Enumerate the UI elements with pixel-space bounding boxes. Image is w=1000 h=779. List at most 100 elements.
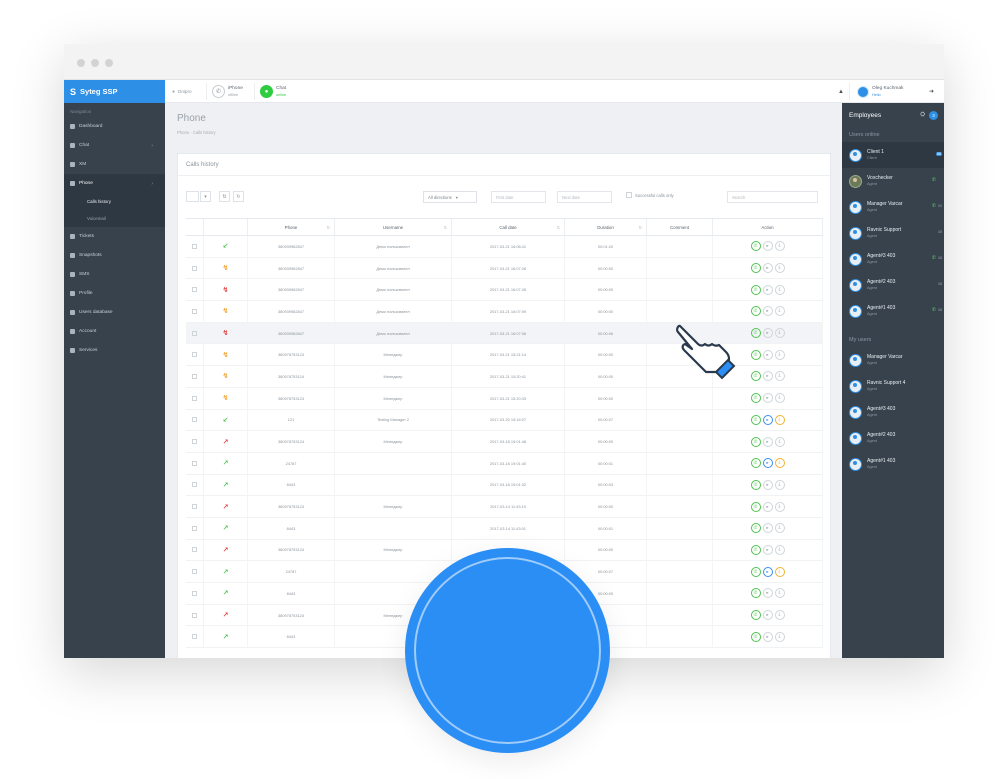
call-back-icon[interactable]: ✆ xyxy=(750,436,761,447)
call-back-icon[interactable]: ✆ xyxy=(750,241,761,252)
column-header[interactable]: Duration ⇅ xyxy=(565,219,647,235)
play-recording-icon[interactable]: ▸ xyxy=(762,284,773,295)
chat-status[interactable]: ● Chat online xyxy=(260,80,286,103)
play-recording-icon[interactable]: ▸ xyxy=(762,544,773,555)
download-icon[interactable]: ⇩ xyxy=(774,479,785,490)
employee-item[interactable]: Agent#2 403 Agent 38 xyxy=(842,272,944,298)
select-all-checkbox[interactable] xyxy=(186,191,199,202)
download-icon[interactable]: ⇩ xyxy=(774,349,785,360)
column-header[interactable]: Call date ⇅ xyxy=(452,219,565,235)
breadcrumb[interactable]: Phone · Calls history xyxy=(177,130,216,135)
sidebar-item[interactable]: Profile xyxy=(64,284,165,303)
row-checkbox[interactable] xyxy=(192,460,197,466)
table-row[interactable]: ↙ 380939982847 Демо пользовател 2017-03-21 … xyxy=(186,236,823,258)
window-dot-close[interactable] xyxy=(77,59,85,67)
call-back-icon[interactable]: ✆ xyxy=(750,566,761,577)
row-checkbox[interactable] xyxy=(192,525,197,531)
table-row[interactable]: ↙ 121 Testing Manager 2 2017-03-20 15:16:07… xyxy=(186,409,823,432)
table-row[interactable]: ↯ 380939982847 Демо пользовател 2017-03-21 … xyxy=(186,301,823,323)
sidebar-item[interactable]: Phone › xyxy=(64,174,165,193)
call-back-icon[interactable]: ✆ xyxy=(750,349,761,360)
window-dot-minimize[interactable] xyxy=(91,59,99,67)
play-recording-icon[interactable]: ▸ xyxy=(762,306,773,317)
download-icon[interactable]: ⇩ xyxy=(774,328,785,339)
call-back-icon[interactable]: ✆ xyxy=(750,371,761,382)
bulk-dropdown-button[interactable]: ▾ xyxy=(200,191,211,202)
row-checkbox[interactable] xyxy=(192,482,197,488)
employee-item[interactable]: Ravnic Support 4 Agent xyxy=(842,373,944,399)
sidebar-item[interactable]: Chat › xyxy=(64,136,165,155)
brand[interactable]: S Syteg SSP xyxy=(64,80,165,103)
sort-button[interactable]: ⇅ xyxy=(219,191,230,202)
sidebar-item[interactable]: SMS xyxy=(64,265,165,284)
employee-item[interactable]: Client 1 Client 88 xyxy=(842,142,944,168)
call-back-icon[interactable]: ✆ xyxy=(750,523,761,534)
play-recording-icon[interactable]: ▸ xyxy=(762,610,773,621)
download-icon[interactable]: ⇩ xyxy=(774,588,785,599)
sidebar-item[interactable]: Snapshots xyxy=(64,246,165,265)
employee-item[interactable]: Ravnic Support Agent 38 xyxy=(842,220,944,246)
download-icon[interactable]: ⇩ xyxy=(774,371,785,382)
call-employee-icon[interactable]: ✆ xyxy=(932,203,936,209)
download-icon[interactable]: ⇩ xyxy=(774,393,785,404)
window-dot-maximize[interactable] xyxy=(105,59,113,67)
row-checkbox[interactable] xyxy=(192,330,197,336)
column-header[interactable]: Phone ⇅ xyxy=(248,219,335,235)
download-icon[interactable]: ⇩ xyxy=(774,263,785,274)
record-call-button[interactable] xyxy=(405,548,610,753)
download-icon[interactable]: ⇩ xyxy=(774,544,785,555)
call-back-icon[interactable]: ✆ xyxy=(750,393,761,404)
table-row[interactable]: ↯ 380978753124 Менеджер 2017-03-21 15:20:33… xyxy=(186,387,823,410)
play-recording-icon[interactable]: ▸ xyxy=(762,436,773,447)
play-recording-icon[interactable]: ▸ xyxy=(762,371,773,382)
play-recording-icon[interactable]: ▸ xyxy=(762,414,773,425)
row-checkbox[interactable] xyxy=(192,504,197,510)
sidebar-subitem[interactable]: Calls history xyxy=(64,193,165,210)
employee-item[interactable]: Agent#1 403 Agent ✆ 38 xyxy=(842,298,944,324)
employee-item[interactable]: Agent#2 403 Agent xyxy=(842,425,944,451)
download-icon[interactable]: ⇩ xyxy=(774,566,785,577)
row-checkbox[interactable] xyxy=(192,373,197,379)
download-icon[interactable]: ⇩ xyxy=(774,284,785,295)
download-icon[interactable]: ⇩ xyxy=(774,501,785,512)
play-recording-icon[interactable]: ▸ xyxy=(762,523,773,534)
row-checkbox[interactable] xyxy=(192,352,197,358)
call-back-icon[interactable]: ✆ xyxy=(750,479,761,490)
sidebar-item[interactable]: Services xyxy=(64,341,165,360)
sidebar-item[interactable]: XM xyxy=(64,155,165,174)
row-checkbox[interactable] xyxy=(192,417,197,423)
play-recording-icon[interactable]: ▸ xyxy=(762,349,773,360)
table-row[interactable]: ↗ 24787 2017-03-18 19:01:40 00:00:01 ✆ ▸ ⇩ xyxy=(186,452,823,475)
download-icon[interactable]: ⇩ xyxy=(774,414,785,425)
logout-button[interactable]: ➜ xyxy=(929,80,934,103)
employee-item[interactable]: Agent#3 403 Agent ✆ 38 xyxy=(842,246,944,272)
call-back-icon[interactable]: ✆ xyxy=(750,588,761,599)
call-back-icon[interactable]: ✆ xyxy=(750,501,761,512)
table-row[interactable]: ↗ 380978753124 Менеджер 2017-03-14 11:43:19… xyxy=(186,496,823,518)
call-employee-icon[interactable]: ✆ xyxy=(932,177,936,183)
sidebar-item[interactable]: Dashboard xyxy=(64,117,165,136)
sidebar-item[interactable]: Users database xyxy=(64,303,165,322)
successful-only-toggle[interactable]: Successful calls only xyxy=(626,192,674,198)
row-checkbox[interactable] xyxy=(192,265,197,271)
row-checkbox[interactable] xyxy=(192,569,197,575)
people-icon[interactable]: ⛭ xyxy=(920,112,925,119)
location-indicator[interactable]: ● Dnipro xyxy=(172,80,192,103)
call-back-icon[interactable]: ✆ xyxy=(750,263,761,274)
notifications-button[interactable]: ▲ xyxy=(838,80,844,103)
row-checkbox[interactable] xyxy=(192,395,197,401)
call-employee-icon[interactable]: ✆ xyxy=(932,255,936,261)
call-back-icon[interactable]: ✆ xyxy=(750,414,761,425)
user-menu[interactable]: Oleg Kuchmak Hello xyxy=(857,80,903,103)
call-back-icon[interactable]: ✆ xyxy=(750,306,761,317)
phone-status[interactable]: ✆ iPhone offline xyxy=(212,80,243,103)
row-checkbox[interactable] xyxy=(192,634,197,640)
direction-select[interactable]: All directions ▾ xyxy=(423,191,477,203)
download-icon[interactable]: ⇩ xyxy=(774,631,785,642)
play-recording-icon[interactable]: ▸ xyxy=(762,631,773,642)
employee-item[interactable]: Voxchecker Agent ✆ xyxy=(842,168,944,194)
column-header[interactable]: Username ⇅ xyxy=(335,219,452,235)
successful-only-checkbox[interactable] xyxy=(626,192,632,198)
employee-item[interactable]: Manager Varcar Agent xyxy=(842,347,944,373)
row-checkbox[interactable] xyxy=(192,243,197,249)
